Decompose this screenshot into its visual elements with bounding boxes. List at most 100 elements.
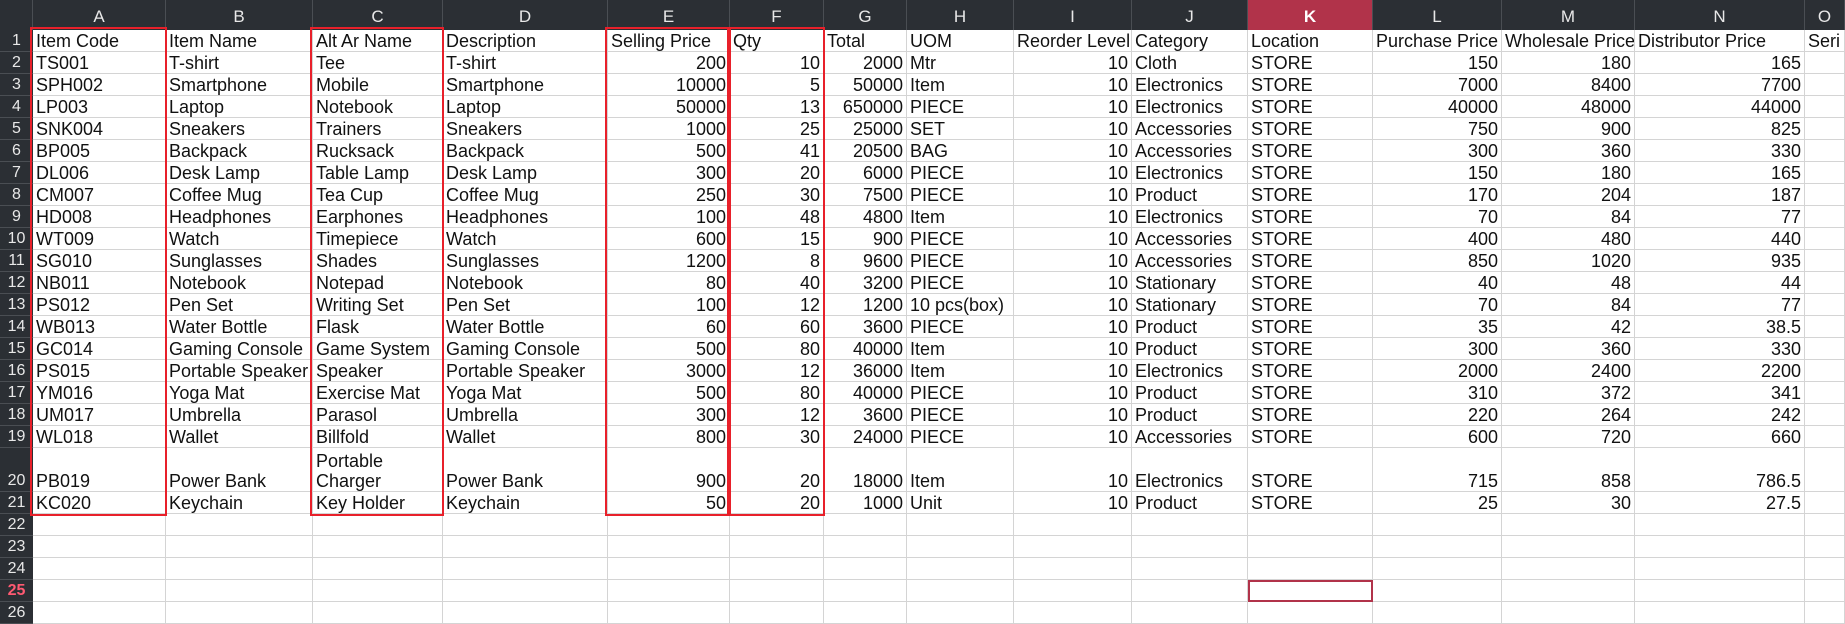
cell-a23[interactable]: [33, 536, 166, 558]
cell-g2[interactable]: 2000: [824, 52, 907, 74]
cell-e10[interactable]: 600: [608, 228, 730, 250]
cell-j8[interactable]: Product: [1132, 184, 1248, 206]
cell-g24[interactable]: [824, 558, 907, 580]
cell-o5[interactable]: [1805, 118, 1845, 140]
cell-d9[interactable]: Headphones: [443, 206, 608, 228]
cell-h13[interactable]: 10 pcs(box): [907, 294, 1014, 316]
column-header-c[interactable]: C: [313, 0, 443, 30]
row-header-26[interactable]: 26: [0, 602, 33, 624]
cell-m18[interactable]: 264: [1502, 404, 1635, 426]
cell-c19[interactable]: Billfold: [313, 426, 443, 448]
column-header-k[interactable]: K: [1248, 0, 1373, 30]
cell-k24[interactable]: [1248, 558, 1373, 580]
cell-n11[interactable]: 935: [1635, 250, 1805, 272]
cell-b19[interactable]: Wallet: [166, 426, 313, 448]
cell-o22[interactable]: [1805, 514, 1845, 536]
cell-d5[interactable]: Sneakers: [443, 118, 608, 140]
cell-a25[interactable]: [33, 580, 166, 602]
cell-j23[interactable]: [1132, 536, 1248, 558]
cell-o14[interactable]: [1805, 316, 1845, 338]
row-header-20[interactable]: 20: [0, 448, 33, 492]
cell-b18[interactable]: Umbrella: [166, 404, 313, 426]
row-header-14[interactable]: 14: [0, 316, 33, 338]
cell-e5[interactable]: 1000: [608, 118, 730, 140]
row-header-5[interactable]: 5: [0, 118, 33, 140]
cell-h7[interactable]: PIECE: [907, 162, 1014, 184]
cell-h24[interactable]: [907, 558, 1014, 580]
cell-l23[interactable]: [1373, 536, 1502, 558]
row-header-18[interactable]: 18: [0, 404, 33, 426]
row-header-3[interactable]: 3: [0, 74, 33, 96]
cell-f20[interactable]: 20: [730, 448, 824, 492]
cell-m26[interactable]: [1502, 602, 1635, 624]
cell-o24[interactable]: [1805, 558, 1845, 580]
cell-b12[interactable]: Notebook: [166, 272, 313, 294]
cell-e21[interactable]: 50: [608, 492, 730, 514]
cell-a18[interactable]: UM017: [33, 404, 166, 426]
cell-h11[interactable]: PIECE: [907, 250, 1014, 272]
cell-e25[interactable]: [608, 580, 730, 602]
cell-j6[interactable]: Accessories: [1132, 140, 1248, 162]
cell-k19[interactable]: STORE: [1248, 426, 1373, 448]
cell-l19[interactable]: 600: [1373, 426, 1502, 448]
cell-i8[interactable]: 10: [1014, 184, 1132, 206]
cell-d23[interactable]: [443, 536, 608, 558]
cell-n12[interactable]: 44: [1635, 272, 1805, 294]
cell-g22[interactable]: [824, 514, 907, 536]
cell-i14[interactable]: 10: [1014, 316, 1132, 338]
cell-c23[interactable]: [313, 536, 443, 558]
cell-j10[interactable]: Accessories: [1132, 228, 1248, 250]
column-header-d[interactable]: D: [443, 0, 608, 30]
cell-o7[interactable]: [1805, 162, 1845, 184]
cell-g7[interactable]: 6000: [824, 162, 907, 184]
cell-k16[interactable]: STORE: [1248, 360, 1373, 382]
cell-n15[interactable]: 330: [1635, 338, 1805, 360]
cell-l1[interactable]: Purchase Price: [1373, 30, 1502, 52]
cell-o20[interactable]: [1805, 448, 1845, 492]
cell-i25[interactable]: [1014, 580, 1132, 602]
cell-o16[interactable]: [1805, 360, 1845, 382]
spreadsheet-grid[interactable]: A B C D E F G H I J K L M N O 1 2 3 4 5 6 7 8 9 10 11 12 13 14 15 16 17…: [0, 0, 1845, 624]
cell-k17[interactable]: STORE: [1248, 382, 1373, 404]
cell-j16[interactable]: Electronics: [1132, 360, 1248, 382]
cell-i24[interactable]: [1014, 558, 1132, 580]
row-header-17[interactable]: 17: [0, 382, 33, 404]
cell-i23[interactable]: [1014, 536, 1132, 558]
cell-l16[interactable]: 2000: [1373, 360, 1502, 382]
cell-f24[interactable]: [730, 558, 824, 580]
cell-d1[interactable]: Description: [443, 30, 608, 52]
cell-j17[interactable]: Product: [1132, 382, 1248, 404]
row-header-1[interactable]: 1: [0, 30, 33, 52]
cell-c1[interactable]: Alt Ar Name: [313, 30, 443, 52]
cell-l20[interactable]: 715: [1373, 448, 1502, 492]
column-header-j[interactable]: J: [1132, 0, 1248, 30]
cell-m12[interactable]: 48: [1502, 272, 1635, 294]
cell-o26[interactable]: [1805, 602, 1845, 624]
cell-o18[interactable]: [1805, 404, 1845, 426]
cell-k15[interactable]: STORE: [1248, 338, 1373, 360]
cell-k1[interactable]: Location: [1248, 30, 1373, 52]
cell-i4[interactable]: 10: [1014, 96, 1132, 118]
row-header-24[interactable]: 24: [0, 558, 33, 580]
cell-c7[interactable]: Table Lamp: [313, 162, 443, 184]
cell-o6[interactable]: [1805, 140, 1845, 162]
cell-l8[interactable]: 170: [1373, 184, 1502, 206]
cell-f11[interactable]: 8: [730, 250, 824, 272]
cell-i19[interactable]: 10: [1014, 426, 1132, 448]
cell-b21[interactable]: Keychain: [166, 492, 313, 514]
cell-d19[interactable]: Wallet: [443, 426, 608, 448]
cell-a5[interactable]: SNK004: [33, 118, 166, 140]
cell-b2[interactable]: T-shirt: [166, 52, 313, 74]
cell-f25[interactable]: [730, 580, 824, 602]
cell-g14[interactable]: 3600: [824, 316, 907, 338]
cell-n24[interactable]: [1635, 558, 1805, 580]
cell-l6[interactable]: 300: [1373, 140, 1502, 162]
cell-d15[interactable]: Gaming Console: [443, 338, 608, 360]
row-header-23[interactable]: 23: [0, 536, 33, 558]
cell-k26[interactable]: [1248, 602, 1373, 624]
cell-d17[interactable]: Yoga Mat: [443, 382, 608, 404]
cell-i5[interactable]: 10: [1014, 118, 1132, 140]
cell-h15[interactable]: Item: [907, 338, 1014, 360]
cell-d16[interactable]: Portable Speaker: [443, 360, 608, 382]
cell-a17[interactable]: YM016: [33, 382, 166, 404]
